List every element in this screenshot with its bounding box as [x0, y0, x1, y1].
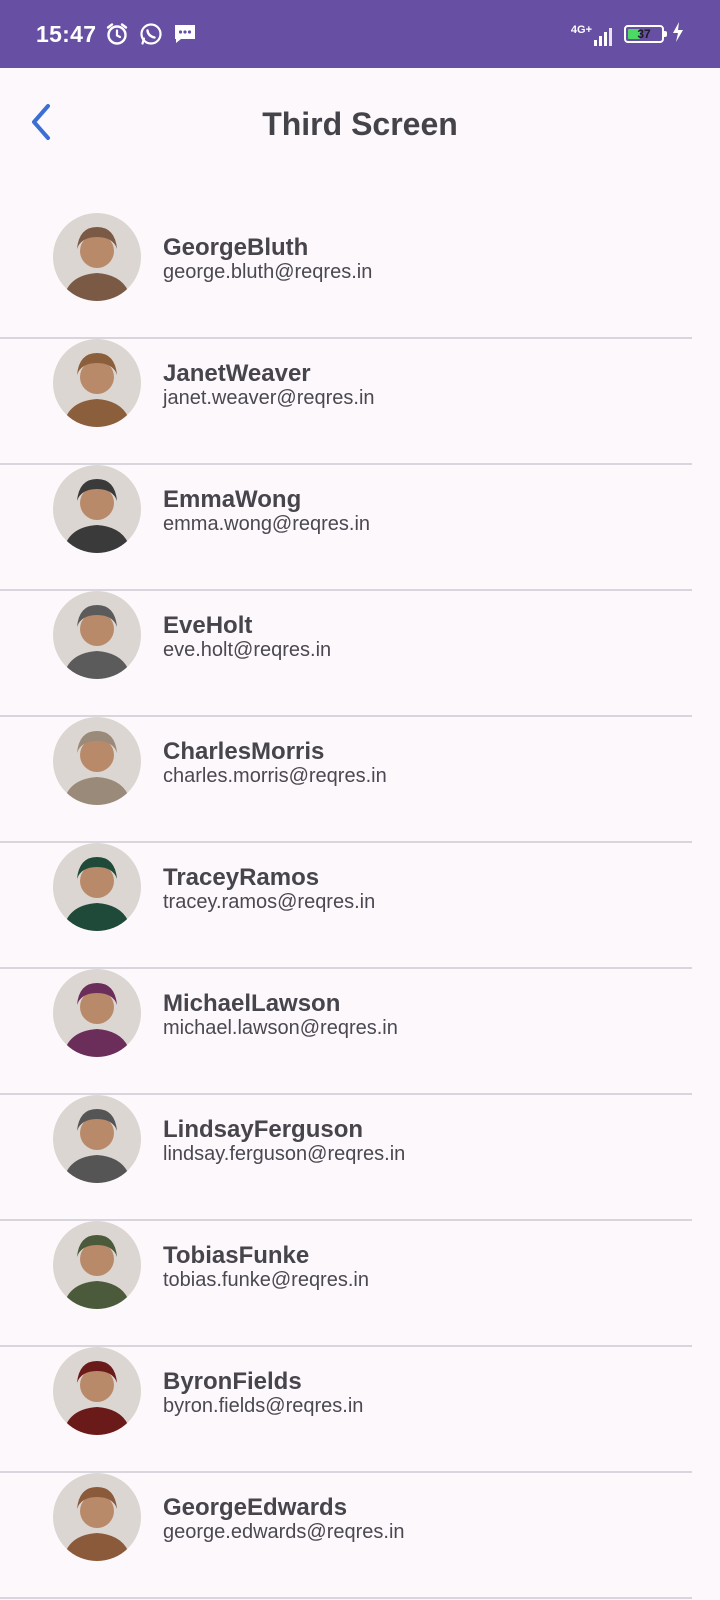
user-email: tobias.funke@reqres.in	[163, 1269, 369, 1291]
user-list-item[interactable]: EveHolt eve.holt@reqres.in	[0, 591, 692, 717]
alarm-icon	[104, 21, 130, 47]
user-text: TraceyRamos tracey.ramos@reqres.in	[163, 864, 376, 914]
avatar	[53, 213, 141, 301]
user-name: CharlesMorris	[163, 738, 325, 765]
status-time: 15:47	[36, 20, 97, 47]
avatar	[53, 1347, 141, 1435]
user-email: janet.weaver@reqres.in	[163, 387, 375, 409]
user-name: GeorgeBluth	[163, 234, 309, 261]
notification-icons	[104, 21, 198, 47]
network-type: 4G+	[570, 24, 592, 36]
battery-cap	[664, 31, 667, 37]
user-email: george.edwards@reqres.in	[163, 1521, 405, 1543]
system-icons: 4G+ 37	[571, 21, 684, 47]
user-email: lindsay.ferguson@reqres.in	[163, 1143, 406, 1165]
app-bar: Third Screen	[0, 68, 720, 188]
user-list-item[interactable]: JanetWeaver janet.weaver@reqres.in	[0, 339, 692, 465]
user-name: MichaelLawson	[163, 990, 341, 1017]
avatar	[53, 717, 141, 805]
user-list: GeorgeBluth george.bluth@reqres.in JanetWe…	[0, 213, 692, 1599]
charging-icon	[672, 21, 684, 47]
message-icon	[172, 21, 198, 47]
user-text: JanetWeaver janet.weaver@reqres.in	[163, 360, 375, 410]
user-text: CharlesMorris charles.morris@reqres.in	[163, 738, 387, 788]
user-email: tracey.ramos@reqres.in	[163, 891, 376, 913]
avatar	[53, 969, 141, 1057]
user-text: GeorgeEdwards george.edwards@reqres.in	[163, 1494, 405, 1544]
page-title: Third Screen	[262, 106, 458, 142]
avatar	[53, 591, 141, 679]
avatar	[53, 1095, 141, 1183]
user-text: ByronFields byron.fields@reqres.in	[163, 1368, 364, 1418]
user-name: LindsayFerguson	[163, 1116, 364, 1143]
user-list-item[interactable]: ByronFields byron.fields@reqres.in	[0, 1347, 692, 1473]
user-list-item[interactable]: GeorgeBluth george.bluth@reqres.in	[0, 213, 692, 339]
user-name: JanetWeaver	[163, 360, 311, 387]
user-list-item[interactable]: EmmaWong emma.wong@reqres.in	[0, 465, 692, 591]
avatar	[53, 1473, 141, 1561]
user-text: MichaelLawson michael.lawson@reqres.in	[163, 990, 398, 1040]
user-text: TobiasFunke tobias.funke@reqres.in	[163, 1242, 369, 1292]
user-name: TobiasFunke	[163, 1242, 310, 1269]
user-text: EmmaWong emma.wong@reqres.in	[163, 486, 371, 536]
battery-icon: 37	[624, 25, 667, 43]
user-list-item[interactable]: MichaelLawson michael.lawson@reqres.in	[0, 969, 692, 1095]
user-name: TraceyRamos	[163, 864, 320, 891]
status-bar: 15:47 4G+ 37	[0, 0, 720, 68]
user-email: charles.morris@reqres.in	[163, 765, 387, 787]
user-email: george.bluth@reqres.in	[163, 261, 373, 283]
avatar	[53, 339, 141, 427]
user-email: byron.fields@reqres.in	[163, 1395, 364, 1417]
avatar	[53, 1221, 141, 1309]
avatar	[53, 465, 141, 553]
user-list-item[interactable]: LindsayFerguson lindsay.ferguson@reqres.i…	[0, 1095, 692, 1221]
user-name: EveHolt	[163, 612, 253, 639]
user-name: ByronFields	[163, 1368, 302, 1395]
user-list-item[interactable]: TobiasFunke tobias.funke@reqres.in	[0, 1221, 692, 1347]
user-name: EmmaWong	[163, 486, 302, 513]
user-text: LindsayFerguson lindsay.ferguson@reqres.i…	[163, 1116, 406, 1166]
user-email: emma.wong@reqres.in	[163, 513, 371, 535]
user-text: EveHolt eve.holt@reqres.in	[163, 612, 332, 662]
user-text: GeorgeBluth george.bluth@reqres.in	[163, 234, 373, 284]
user-list-item[interactable]: CharlesMorris charles.morris@reqres.in	[0, 717, 692, 843]
user-email: eve.holt@reqres.in	[163, 639, 332, 661]
user-list-item[interactable]: GeorgeEdwards george.edwards@reqres.in	[0, 1473, 692, 1599]
user-list-item[interactable]: TraceyRamos tracey.ramos@reqres.in	[0, 843, 692, 969]
battery-level: 37	[637, 27, 651, 41]
avatar	[53, 843, 141, 931]
whatsapp-icon	[138, 21, 164, 47]
signal-icon: 4G+	[571, 22, 616, 46]
user-email: michael.lawson@reqres.in	[163, 1017, 398, 1039]
user-name: GeorgeEdwards	[163, 1494, 348, 1521]
